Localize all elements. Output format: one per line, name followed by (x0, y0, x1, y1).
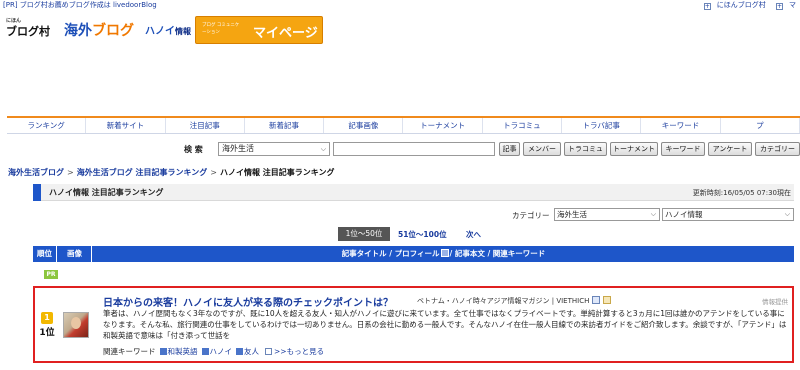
category-select-sub[interactable]: ハノイ情報 ⌵ (662, 208, 794, 221)
logo-header: にほん ブログ村 海外ブログ ハノイ情報 ブログ コミュニケーション マイページ (0, 12, 800, 44)
search-keyword-button[interactable]: キーワード (661, 142, 705, 156)
article-excerpt: 筆者は、ハノイ歴間もなく3年なのですが、既に10人を超える友人・知人がハノイに遊… (103, 309, 787, 340)
chevron-down-icon: ⌵ (784, 210, 790, 218)
tab-tournament[interactable]: トーナメント (403, 118, 483, 133)
tab-tracommu[interactable]: トラコミュ (483, 118, 563, 133)
search-label: 検 索 (184, 145, 203, 154)
chevron-down-icon: ⌵ (320, 145, 326, 153)
blogmura-logo[interactable]: にほん ブログ村 (6, 18, 50, 39)
keyword-link[interactable]: 友人 (244, 347, 259, 356)
search-tournament-button[interactable]: トーナメント (610, 142, 658, 156)
keyword-icon (159, 348, 167, 355)
pr-link[interactable]: [PR] ブログ村お薦めブログ作成は livedoorBlog (3, 0, 157, 11)
report-link[interactable]: 情報提供 (762, 296, 788, 306)
breadcrumb-item-kaigai-featured[interactable]: 海外生活ブログ 注目記事ランキング (77, 168, 208, 177)
tab-more[interactable]: プ (721, 118, 800, 133)
tab-keyword[interactable]: キーワード (641, 118, 721, 133)
breadcrumb-item-current: ハノイ情報 注目記事ランキング (219, 168, 335, 177)
mypage-top-link[interactable]: + マ (772, 1, 796, 10)
article-title-link[interactable]: 日本からの来客！ハノイに友人が来る際のチェックポイントは？ (103, 294, 393, 309)
breadcrumb-separator: > (210, 168, 217, 177)
search-tracommu-button[interactable]: トラコミュ (564, 142, 607, 156)
more-link[interactable]: >>もっと見る (274, 347, 324, 356)
page-title: ハノイ情報 注目記事ランキング (49, 188, 164, 197)
keyword-icon (236, 348, 243, 355)
breadcrumb-item-kaigai[interactable]: 海外生活ブログ (8, 168, 64, 177)
tab-article-images[interactable]: 記事画像 (324, 118, 404, 133)
search-articles-button[interactable]: 記事 (499, 142, 520, 156)
page-next-link[interactable]: 次へ (466, 229, 481, 240)
blog-name: ベトナム・ハノイ時々アジア情報マガジン | VIETHICH (417, 296, 612, 306)
ranking-table-header: 順位 画像 記事タイトル / プロフィール / 記事本文 / 関連キーワード (33, 246, 794, 262)
tab-new-articles[interactable]: 新着記事 (245, 118, 325, 133)
mypage-button[interactable]: ブログ コミュニケーション マイページ (195, 16, 323, 44)
more-icon (265, 348, 272, 355)
tab-trackback-articles[interactable]: トラバ記事 (562, 118, 642, 133)
tab-new-sites[interactable]: 新着サイト (86, 118, 166, 133)
col-title: 記事タイトル / プロフィール / 記事本文 / 関連キーワード (341, 249, 546, 258)
search-survey-button[interactable]: アンケート (708, 142, 752, 156)
search-input[interactable] (333, 142, 495, 156)
kaigai-blog-logo[interactable]: 海外ブログ (64, 20, 134, 40)
tab-ranking[interactable]: ランキング (7, 118, 87, 133)
rank-medal-icon: 1 (41, 312, 53, 324)
keyword-icon (201, 348, 209, 355)
keyword-link[interactable]: ハノイ (210, 347, 233, 356)
pr-bar: [PR] ブログ村お薦めブログ作成は livedoorBlog + にほんブログ村… (0, 0, 800, 11)
blog-rss-icon[interactable] (603, 296, 612, 304)
pr-right-links: + にほんブログ村 + マ (696, 0, 796, 11)
plus-icon: + (703, 3, 711, 10)
col-rank: 順位 (33, 246, 57, 262)
col-image: 画像 (58, 246, 92, 262)
search-bar: 検 索 海外生活 ⌵ 記事 メンバー トラコミュ トーナメント キーワード アン… (0, 141, 800, 157)
pr-badge: PR (44, 270, 58, 279)
updated-time: 更新時刻:16/05/05 07:30現在 (692, 189, 791, 197)
rank-number: 1位 (39, 328, 55, 338)
plus-icon: + (776, 3, 783, 10)
blog-name-link[interactable]: ベトナム・ハノイ時々アジア情報マガジン | VIETHICH (417, 297, 589, 305)
profile-icon (440, 249, 449, 257)
related-keywords: 関連キーワード 和製英語 ハノイ 友人 >>もっと見る (103, 346, 324, 357)
rank-cell: 1 1位 (39, 312, 55, 338)
search-category-select[interactable]: 海外生活 ⌵ (218, 142, 330, 156)
main-nav: ランキング 新着サイト 注目記事 新着記事 記事画像 トーナメント トラコミュ … (7, 116, 800, 134)
keyword-label: 関連キーワード (103, 347, 156, 356)
breadcrumb: 海外生活ブログ > 海外生活ブログ 注目記事ランキング > ハノイ情報 注目記事ランキン… (8, 167, 335, 178)
heading-accent (33, 184, 41, 201)
breadcrumb-separator: > (67, 168, 74, 177)
profile-icon[interactable] (592, 296, 601, 304)
chevron-down-icon: ⌵ (650, 210, 656, 218)
search-members-button[interactable]: メンバー (523, 142, 561, 156)
search-category-button[interactable]: カテゴリー (755, 142, 800, 156)
page-current: 1位〜50位 (338, 227, 390, 241)
ranking-heading: ハノイ情報 注目記事ランキング 更新時刻:16/05/05 07:30現在 (33, 184, 794, 201)
tab-featured-articles[interactable]: 注目記事 (166, 118, 245, 133)
ranking-entry: 1 1位 日本からの来客！ハノイに友人が来る際のチェックポイントは？ ベトナム・… (33, 286, 794, 363)
category-label: カテゴリー (512, 211, 550, 220)
category-select-main[interactable]: 海外生活 ⌵ (554, 208, 660, 221)
nihon-blogmura-link[interactable]: + にほんブログ村 (700, 1, 766, 10)
hanoi-info-logo[interactable]: ハノイ情報 (145, 22, 191, 37)
article-thumbnail[interactable] (63, 312, 89, 338)
page-next-range-link[interactable]: 51位〜100位 (398, 229, 447, 240)
keyword-link[interactable]: 和製英語 (168, 347, 198, 356)
